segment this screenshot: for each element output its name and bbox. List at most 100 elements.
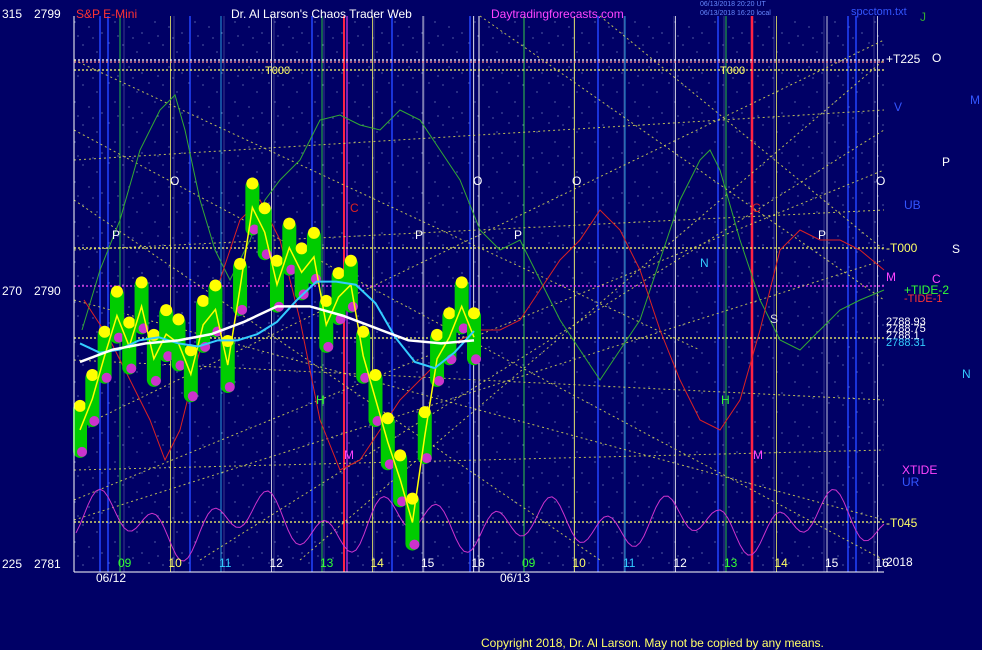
- high-mark: [258, 202, 271, 215]
- hour-label: 09: [522, 556, 536, 570]
- planet-m: M: [886, 270, 896, 284]
- high-mark: [394, 449, 407, 462]
- price-label-4: 2788.31: [886, 337, 926, 349]
- low-mark: [224, 382, 235, 393]
- t000-label-b: T000: [720, 65, 746, 77]
- hour-label: 14: [774, 556, 788, 570]
- planet-m-blue: M: [970, 93, 980, 107]
- high-mark: [381, 412, 394, 425]
- high-mark: [110, 285, 123, 298]
- planet-n: N: [962, 367, 971, 381]
- o-label-4: O: [876, 174, 886, 188]
- planet-p: P: [942, 155, 951, 169]
- t045-label: -T045: [886, 516, 918, 530]
- p-label-2: P: [415, 228, 424, 242]
- price-mid-label: 2790: [34, 284, 61, 298]
- high-mark: [332, 267, 345, 280]
- o-label-2: O: [473, 174, 483, 188]
- h-label-2: H: [721, 393, 730, 407]
- hour-label: 12: [269, 556, 283, 570]
- planet-v: V: [894, 100, 903, 114]
- price-top-label: 2799: [34, 7, 61, 21]
- hour-label: 15: [825, 556, 839, 570]
- planet-o: O: [932, 51, 942, 65]
- m-label-2: M: [753, 448, 763, 462]
- t000-right-label: -T000: [886, 241, 918, 255]
- planet-s: S: [952, 242, 961, 256]
- high-mark: [283, 217, 296, 230]
- high-mark: [74, 399, 86, 412]
- m-label-1: M: [344, 448, 354, 462]
- o-label-3: O: [572, 174, 582, 188]
- high-mark: [197, 294, 210, 307]
- hour-label: 15: [421, 556, 435, 570]
- low-mark: [101, 372, 112, 383]
- high-mark: [295, 242, 308, 255]
- hour-label: 12: [673, 556, 687, 570]
- low-mark: [237, 304, 248, 315]
- low-mark: [126, 363, 137, 374]
- planet-c: C: [932, 272, 941, 286]
- h-label-1: H: [316, 393, 325, 407]
- high-mark: [98, 325, 111, 338]
- instrument-title: S&P E-Mini: [76, 7, 138, 21]
- date-label-2: 06/13: [500, 571, 531, 585]
- price-bottom-label: 2781: [34, 557, 61, 571]
- high-mark: [369, 369, 382, 382]
- high-mark: [246, 177, 259, 190]
- top-left-number: 315: [2, 7, 23, 21]
- copyright: Copyright 2018, Dr. Al Larson. May not b…: [481, 636, 824, 650]
- high-mark: [455, 276, 468, 289]
- hour-label: 16: [471, 556, 485, 570]
- low-mark: [347, 301, 358, 312]
- year-label: 2018: [886, 555, 913, 569]
- hour-label: 13: [724, 556, 738, 570]
- t000-label-a: T000: [265, 65, 291, 77]
- timestamp-ut: 06/13/2018 20:20 UT: [700, 1, 766, 8]
- p-label-1: P: [112, 228, 121, 242]
- ub-label: UB: [904, 198, 921, 212]
- high-mark: [135, 276, 148, 289]
- low-mark: [434, 375, 445, 386]
- mid-left-number: 270: [2, 284, 23, 298]
- low-mark: [409, 539, 420, 550]
- high-mark: [468, 307, 480, 320]
- timestamp-local: 06/13/2018 16:20 local: [700, 10, 771, 17]
- low-mark: [421, 453, 432, 464]
- hour-label: 10: [168, 556, 182, 570]
- hour-label: 09: [118, 556, 132, 570]
- high-mark: [172, 313, 185, 326]
- hour-label: 14: [370, 556, 384, 570]
- high-mark: [123, 316, 136, 329]
- low-mark: [89, 416, 100, 427]
- high-mark: [160, 304, 173, 317]
- hour-label: 11: [623, 556, 636, 570]
- hour-label: 13: [320, 556, 334, 570]
- o-label-1: O: [170, 174, 180, 188]
- hour-label: 10: [572, 556, 586, 570]
- t225-label: +T225: [886, 52, 921, 66]
- low-mark: [77, 446, 87, 457]
- n-label: N: [700, 256, 709, 270]
- hour-label: 11: [219, 556, 232, 570]
- high-mark: [443, 307, 456, 320]
- s-label: S: [770, 312, 779, 326]
- high-mark: [344, 254, 357, 267]
- bottom-left-number: 225: [2, 557, 23, 571]
- c-label-2: C: [752, 201, 761, 215]
- high-mark: [307, 226, 320, 239]
- high-mark: [431, 328, 444, 341]
- hour-label: 16: [875, 556, 889, 570]
- p-label-3: P: [514, 228, 523, 242]
- chart-title: Dr. Al Larson's Chaos Trader Web: [231, 7, 412, 21]
- file-name: spcctom.txt: [851, 6, 907, 18]
- planet-j: J: [920, 10, 926, 24]
- chaos-chart: [73, 15, 885, 573]
- p-label-4: P: [818, 228, 827, 242]
- low-mark: [471, 354, 481, 365]
- high-mark: [209, 279, 222, 292]
- high-mark: [86, 369, 99, 382]
- date-label-1: 06/12: [96, 571, 127, 585]
- low-mark: [150, 375, 161, 386]
- c-label-1: C: [350, 201, 359, 215]
